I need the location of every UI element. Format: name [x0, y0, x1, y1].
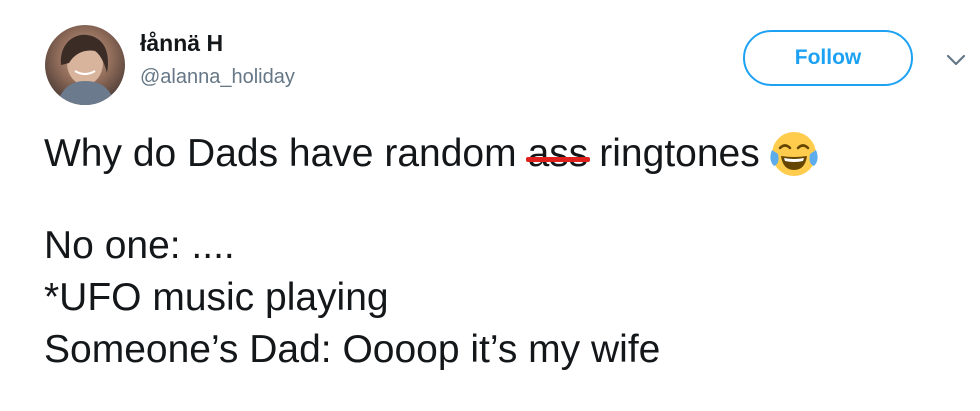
tweet-line-4: Someone’s Dad: Oooop it’s my wife: [44, 328, 661, 371]
display-name[interactable]: łånnä H: [140, 30, 223, 57]
face-with-tears-of-joy-icon: [768, 128, 820, 180]
tweet-card: łånnä H @alanna_holiday Follow Why do Da…: [0, 0, 980, 411]
tweet-line-1: Why do Dads have random ass ringtones: [44, 128, 820, 180]
tweet-line-1-tail: ringtones: [599, 132, 760, 175]
chevron-down-icon[interactable]: [945, 52, 967, 68]
tweet-line-3: *UFO music playing: [44, 276, 389, 319]
user-handle[interactable]: @alanna_holiday: [140, 66, 295, 89]
tweet-text: Why do Dads have random ass ringtones No…: [44, 128, 820, 376]
follow-button[interactable]: Follow: [743, 30, 913, 86]
struck-word: ass: [525, 128, 590, 180]
tweet-line-1-text: Why do Dads have random: [44, 132, 517, 175]
tweet-line-2: No one: ....: [44, 224, 235, 267]
profile-photo-icon: [57, 34, 115, 105]
avatar[interactable]: [45, 25, 125, 105]
